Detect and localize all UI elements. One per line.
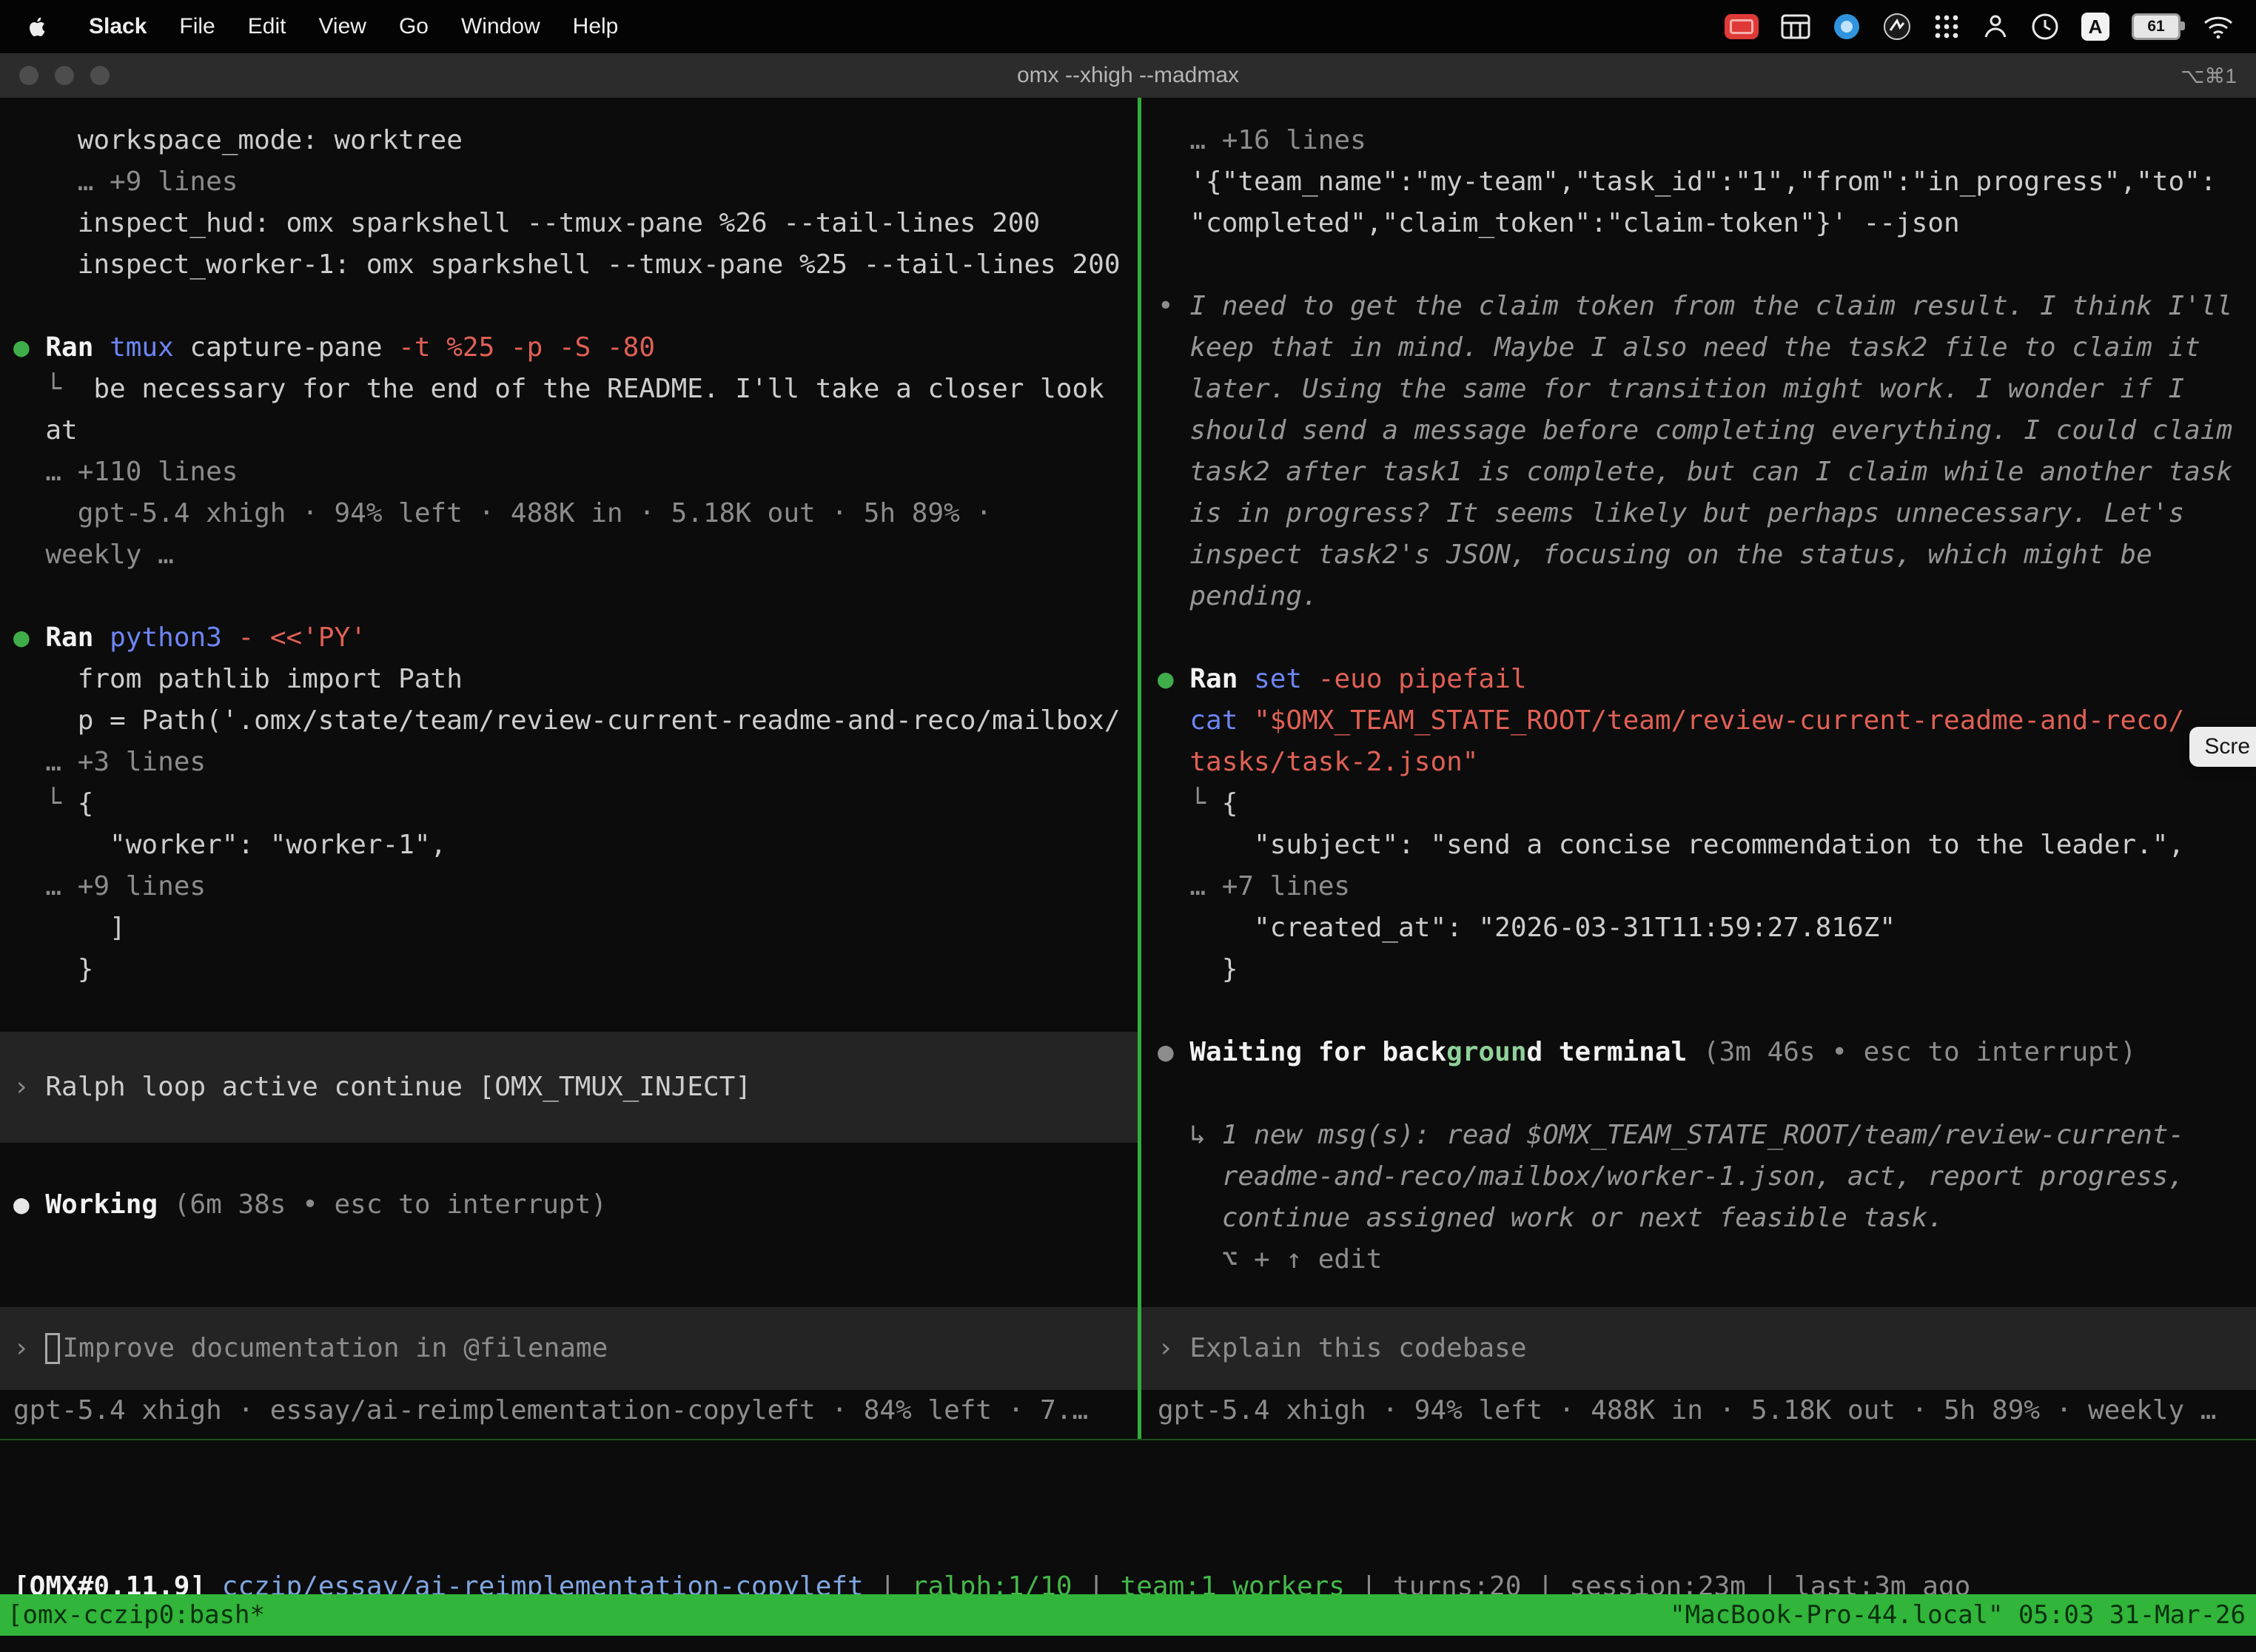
terminal-line [1158, 617, 2246, 659]
terminal-window: workspace_mode: worktree … +9 lines insp… [0, 98, 2256, 1652]
clock-icon[interactable] [2031, 13, 2059, 41]
screen-share-tooltip: Scre [2189, 727, 2256, 767]
terminal-line: "subject": "send a concise recommendatio… [1158, 825, 2246, 866]
thinking-text: task2 after task1 is complete, but can I… [1158, 451, 2246, 493]
terminal-line [13, 990, 1127, 1032]
battery-icon[interactable]: 61 [2132, 13, 2181, 40]
terminal-line: gpt-5.4 xhigh · 94% left · 488K in · 5.1… [13, 493, 1127, 534]
terminal-line: inspect_worker-1: omx sparkshell --tmux-… [13, 244, 1127, 286]
window-title-bar: omx --xhigh --madmax ⌥⌘1 [0, 53, 2256, 99]
working-status: ● Working (6m 38s • esc to interrupt) [13, 1184, 1127, 1226]
pane-left: workspace_mode: worktree … +9 lines insp… [0, 98, 1138, 1439]
tmux-session-label: [omx-cczip0:bash* [0, 1600, 265, 1630]
menu-item-slack[interactable]: Slack [73, 14, 163, 38]
terminal-line: from pathlib import Path [13, 659, 1127, 700]
menu-item-view[interactable]: View [302, 14, 382, 38]
ran-command: ● Ran set -euo pipefail [1158, 659, 2246, 700]
apps-grid-icon[interactable] [1933, 13, 1960, 40]
prompt-input[interactable]: › Improve documentation in @filename [0, 1307, 1138, 1390]
menu-item-window[interactable]: Window [445, 14, 557, 38]
menu-item-file[interactable]: File [163, 14, 231, 38]
ran-command: ● Ran tmux capture-pane -t %25 -p -S -80 [13, 327, 1127, 369]
terminal-line: … +3 lines [13, 742, 1127, 783]
battery-percent: 61 [2147, 18, 2164, 36]
terminal-line: └ { [13, 783, 1127, 825]
thinking-text: keep that in mind. Maybe I also need the… [1158, 327, 2246, 369]
pane-right: … +16 lines '{"team_name":"my-team","tas… [1141, 98, 2256, 1439]
terminal-line: … +7 lines [1158, 866, 2246, 907]
terminal-line: … +110 lines [13, 451, 1127, 493]
terminal-line: workspace_mode: worktree [13, 120, 1127, 161]
wifi-icon[interactable] [2203, 15, 2234, 38]
person-icon[interactable] [1982, 13, 2009, 40]
terminal-line: p = Path('.omx/state/team/review-current… [13, 700, 1127, 742]
terminal-line: "worker": "worker-1", [13, 825, 1127, 866]
terminal-line [1158, 1073, 2246, 1115]
menu-item-edit[interactable]: Edit [232, 14, 303, 38]
waiting-status: ● Waiting for background terminal (3m 46… [1158, 1032, 2246, 1073]
thinking-text: later. Using the same for transition mig… [1158, 369, 2246, 410]
dark-app-icon[interactable] [1883, 13, 1911, 41]
terminal-line: ] [13, 907, 1127, 949]
thinking-text: is in progress? It seems likely but perh… [1158, 493, 2246, 534]
mailbox-notification: ↳ 1 new msg(s): read $OMX_TEAM_STATE_ROO… [1158, 1115, 2246, 1156]
ran-command: ● Ran python3 - <<'PY' [13, 617, 1127, 659]
window-title: omx --xhigh --madmax [0, 63, 2256, 88]
screen-recording-icon[interactable] [1725, 14, 1759, 39]
terminal-line: └ be necessary for the end of the README… [13, 369, 1127, 410]
pane-status-line: gpt-5.4 xhigh · essay/ai-reimplementatio… [13, 1390, 1127, 1431]
input-source-icon[interactable]: A [2081, 13, 2109, 41]
thinking-text: pending. [1158, 576, 2246, 617]
pane-status-line: gpt-5.4 xhigh · 94% left · 488K in · 5.1… [1158, 1390, 2246, 1431]
window-shortcut-hint: ⌥⌘1 [2181, 64, 2237, 88]
terminal-line [13, 576, 1127, 617]
terminal-line: … +9 lines [13, 866, 1127, 907]
terminal-line [1158, 244, 2246, 286]
menu-items: SlackFileEditViewGoWindowHelp [73, 14, 634, 39]
terminal-line: } [13, 949, 1127, 990]
tmux-panes: workspace_mode: worktree … +9 lines insp… [0, 98, 2256, 1440]
mailbox-notification: continue assigned work or next feasible … [1158, 1198, 2246, 1239]
terminal-line [1158, 990, 2246, 1032]
terminal-line: … +16 lines [1158, 120, 2246, 161]
terminal-line: tasks/task-2.json" [1158, 742, 2246, 783]
ralph-loop-banner: › Ralph loop active continue [OMX_TMUX_I… [0, 1032, 1138, 1143]
terminal-line: └ { [1158, 783, 2246, 825]
terminal-line: '{"team_name":"my-team","task_id":"1","f… [1158, 161, 2246, 203]
terminal-line: cat "$OMX_TEAM_STATE_ROOT/team/review-cu… [1158, 700, 2246, 742]
thinking-text: inspect task2's JSON, focusing on the st… [1158, 534, 2246, 576]
mailbox-notification: readme-and-reco/mailbox/worker-1.json, a… [1158, 1156, 2246, 1198]
apple-menu-icon[interactable] [25, 14, 50, 39]
terminal-line: "created_at": "2026-03-31T11:59:27.816Z" [1158, 907, 2246, 949]
edit-hint: ⌥ + ↑ edit [1158, 1239, 2246, 1280]
table-icon[interactable] [1781, 14, 1810, 39]
prompt-suggestion[interactable]: › Explain this codebase [1141, 1307, 2256, 1390]
terminal-line [13, 286, 1127, 327]
terminal-line [13, 1143, 1127, 1184]
terminal-line: weekly … [13, 534, 1127, 576]
menu-item-go[interactable]: Go [383, 14, 445, 38]
terminal-line: at [13, 410, 1127, 451]
terminal-line: } [1158, 949, 2246, 990]
menu-bar: SlackFileEditViewGoWindowHelp A 61 [0, 0, 2256, 53]
terminal-line: … +9 lines [13, 161, 1127, 203]
blue-app-icon[interactable] [1833, 13, 1861, 41]
thinking-text: • I need to get the claim token from the… [1158, 286, 2246, 327]
terminal-line [13, 1226, 1127, 1267]
tmux-status-bar: [omx-cczip0:bash* "MacBook-Pro-44.local"… [0, 1594, 2256, 1636]
menu-item-help[interactable]: Help [557, 14, 635, 38]
terminal-line: inspect_hud: omx sparkshell --tmux-pane … [13, 203, 1127, 244]
terminal-line: "completed","claim_token":"claim-token"}… [1158, 203, 2246, 244]
tmux-host-clock: "MacBook-Pro-44.local" 05:03 31-Mar-26 [1670, 1600, 2256, 1630]
thinking-text: should send a message before completing … [1158, 410, 2246, 451]
